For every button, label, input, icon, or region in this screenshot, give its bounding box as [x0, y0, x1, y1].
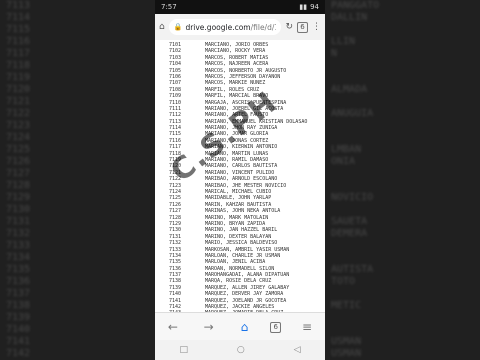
ghost-line: 7130: [6, 204, 31, 215]
ghost-line: [325, 312, 480, 324]
menu-button[interactable]: ≡: [297, 320, 317, 334]
ghost-line: [325, 120, 480, 132]
name-list: 7101 MARCIANO, JORIO ORBES 7102 MARCIANO, R…: [155, 40, 325, 312]
ghost-line: PANGGATO: [331, 0, 380, 11]
ghost-line: 7121: [6, 96, 31, 107]
ghost-line: [325, 252, 480, 264]
ghost-line: AUTISTA: [331, 264, 374, 275]
ghost-line: 7115: [6, 24, 31, 35]
tabs-button[interactable]: 6: [270, 321, 282, 333]
status-time: 7:57: [161, 3, 177, 11]
background-left-blur: 7113 7114 7115 7116 7117 7118 7119 7120 7121 7122…: [0, 0, 155, 360]
ghost-line: DEMERA: [331, 228, 368, 239]
back-nav-button[interactable]: ◁: [294, 345, 301, 355]
background-right-blur: PANGGATO DALLIN LLIN N ALMADA ANUGUIA LMBAN ONI…: [325, 0, 480, 360]
ghost-line: [325, 240, 480, 252]
ghost-line: TOTO: [331, 276, 356, 287]
ghost-line: 7125: [6, 144, 31, 155]
ghost-line: 7133: [6, 240, 31, 251]
ghost-line: ANUGUIA: [331, 108, 374, 119]
ghost-line: 7122: [6, 108, 31, 119]
ghost-line: USMAN: [331, 336, 362, 347]
ghost-line: [325, 180, 480, 192]
ghost-line: 7119: [6, 72, 31, 83]
ghost-line: 7139: [6, 312, 31, 323]
ghost-line: 7141: [6, 336, 31, 347]
ghost-line: LMBAN: [331, 144, 362, 155]
ghost-line: ONIA: [331, 156, 356, 167]
android-nav-bar: □ ○ ◁: [155, 340, 325, 360]
ghost-line: USMAN: [331, 348, 362, 359]
ghost-line: 7127: [6, 168, 31, 179]
phone-screen: 7:57 ▮▮ 94 ⌂ 🔒 drive.google.com/file/d/1…: [155, 0, 325, 360]
document-viewer[interactable]: 7101 MARCIANO, JORIO ORBES 7102 MARCIANO, R…: [155, 40, 325, 312]
ghost-line: ALMADA: [331, 84, 368, 95]
ghost-line: [325, 60, 480, 72]
ghost-line: 7138: [6, 300, 31, 311]
ghost-line: 7120: [6, 84, 31, 95]
ghost-line: 7128: [6, 180, 31, 191]
ghost-line: 7124: [6, 132, 31, 143]
ghost-line: [325, 324, 480, 336]
forward-button[interactable]: →: [199, 320, 219, 334]
ghost-line: [325, 72, 480, 84]
more-vert-icon[interactable]: ⋮: [312, 22, 321, 32]
ghost-line: [325, 132, 480, 144]
battery-level: 94: [310, 3, 319, 11]
ghost-line: 7118: [6, 60, 31, 71]
lock-icon: 🔒: [173, 23, 183, 31]
ghost-line: NOVICIO: [331, 192, 374, 203]
ghost-right-text: PANGGATO DALLIN LLIN N ALMADA ANUGUIA LMBAN ONI…: [325, 0, 480, 360]
ghost-line: 7123: [6, 120, 31, 131]
ghost-line: [325, 288, 480, 300]
url-field[interactable]: 🔒 drive.google.com/file/d/1sVdFGpxju: [168, 19, 282, 35]
signal-icon: ▮▮: [299, 3, 308, 11]
ghost-line: METIC: [331, 300, 362, 311]
ghost-line: 7134: [6, 252, 31, 263]
browser-bottom-bar: ← → ⌂ 6 ≡: [155, 312, 325, 341]
reload-icon[interactable]: ↻: [285, 22, 293, 32]
home-icon[interactable]: ⌂: [159, 22, 165, 32]
ghost-line: [325, 96, 480, 108]
ghost-left-text: 7113 7114 7115 7116 7117 7118 7119 7120 7121 7122…: [0, 0, 155, 360]
ghost-line: DALLIN: [331, 12, 368, 23]
ghost-line: N: [331, 48, 338, 59]
ghost-line: [325, 168, 480, 180]
ghost-line: 7136: [6, 276, 31, 287]
tab-switcher-button[interactable]: 6: [297, 21, 308, 33]
status-bar: 7:57 ▮▮ 94: [155, 0, 325, 14]
ghost-line: 7129: [6, 192, 31, 203]
ghost-line: [325, 24, 480, 36]
ghost-line: 7131: [6, 216, 31, 227]
ghost-line: 7114: [6, 12, 31, 23]
ghost-line: 7116: [6, 36, 31, 47]
ghost-line: 7140: [6, 324, 31, 335]
ghost-line: [325, 204, 480, 216]
ghost-line: 7126: [6, 156, 31, 167]
home-button[interactable]: ⌂: [234, 320, 254, 334]
url-text: drive.google.com/file/d/1sVdFGpxju: [185, 22, 277, 32]
ghost-line: 7117: [6, 48, 31, 59]
ghost-line: 7135: [6, 264, 31, 275]
home-nav-button[interactable]: ○: [237, 345, 245, 355]
back-button[interactable]: ←: [163, 320, 183, 334]
recents-button[interactable]: □: [179, 345, 188, 355]
browser-toolbar: ⌂ 🔒 drive.google.com/file/d/1sVdFGpxju ↻…: [155, 14, 325, 41]
ghost-line: 7132: [6, 228, 31, 239]
ghost-line: 7142: [6, 348, 31, 359]
ghost-line: 7113: [6, 0, 31, 11]
ghost-line: LLIN: [331, 36, 356, 47]
ghost-line: 7137: [6, 288, 31, 299]
ghost-line: SAUETA: [331, 216, 368, 227]
